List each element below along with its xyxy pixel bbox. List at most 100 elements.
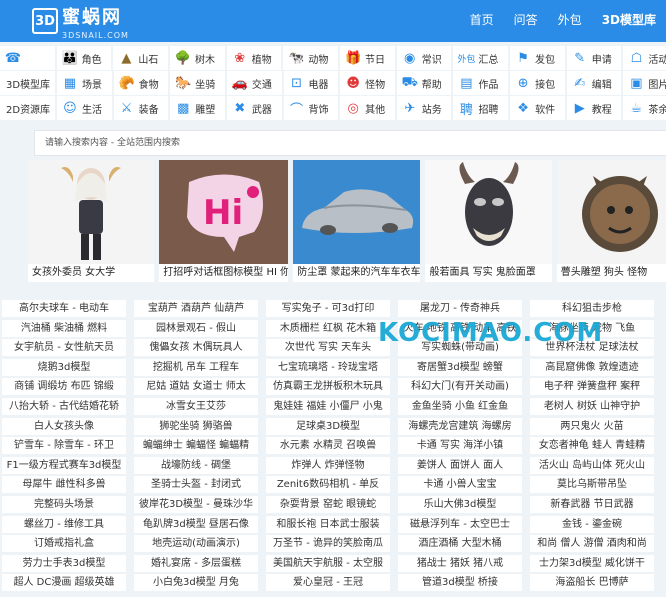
category-life-icon[interactable]: ☺ 生活 xyxy=(56,96,112,120)
model-tag-link[interactable]: 科幻狙击步枪 xyxy=(530,300,654,317)
model-tag-link[interactable]: 尼姑 道姑 女道士 师太 xyxy=(134,378,258,396)
category-food-icon[interactable]: 🥐 食物 xyxy=(113,71,169,95)
model-tag-link[interactable]: 海螺壳龙宫建筑 海螺房 xyxy=(398,417,522,435)
category-picture-icon[interactable]: ▣ 图片 xyxy=(623,71,666,95)
model-tag-link[interactable]: 高尔夫球车 - 电动车 xyxy=(2,300,126,317)
model-tag-link[interactable]: 七宝琉璃塔 - 玲珑宝塔 xyxy=(266,358,390,376)
model-tag-link[interactable]: 管道3d模型 桥接 xyxy=(398,574,522,592)
model-tag-link[interactable]: 劳力士手表3d模型 xyxy=(2,554,126,572)
category-2d-lib[interactable]: 2D资源库 xyxy=(0,96,55,120)
model-tag-link[interactable]: 足球桌3D模型 xyxy=(266,417,390,435)
hi-bubble-icon[interactable]: Hi xyxy=(159,160,289,264)
model-tag-link[interactable]: 莫比乌斯带吊坠 xyxy=(530,476,654,494)
model-tag-link[interactable]: 宝葫芦 酒葫芦 仙葫芦 xyxy=(134,300,258,317)
covered-car-icon[interactable] xyxy=(293,160,421,264)
category-works-icon[interactable]: ▤ 作品 xyxy=(453,71,509,95)
model-tag-link[interactable]: 士力架3d模型 威化饼干 xyxy=(530,554,654,572)
category-post-task-icon[interactable]: ⚑ 发包 xyxy=(510,46,565,70)
model-tag-link[interactable]: 超人 DC漫画 超级英雄 xyxy=(2,574,126,592)
model-tag-link[interactable]: 和尚 僧人 游僧 酒肉和尚 xyxy=(530,535,654,553)
model-tag-link[interactable]: 写实兔子 - 可3d打印 xyxy=(266,300,390,317)
model-tag-link[interactable]: 傀儡女孩 木偶玩具人 xyxy=(134,339,258,357)
category-scene-icon[interactable]: ▦ 场景 xyxy=(56,71,112,95)
category-apply-icon[interactable]: ✎ 申请 xyxy=(566,46,622,70)
model-tag-link[interactable]: 白人女孩头像 xyxy=(2,417,126,435)
model-tag-link[interactable]: 乐山大佛3d模型 xyxy=(398,495,522,513)
category-phone-icon[interactable]: ☎ xyxy=(0,46,55,70)
category-flower-icon[interactable]: ❀ 植物 xyxy=(226,46,282,70)
model-tag-link[interactable]: 烧鹅3d模型 xyxy=(2,358,126,376)
model-tag-link[interactable]: 龟趴牌3d模型 昼居石像 xyxy=(134,515,258,533)
category-activity-icon[interactable]: ☖ 活动 xyxy=(623,46,666,70)
model-card[interactable]: 瞢头雕塑 狗头 怪物 xyxy=(556,160,666,282)
model-tag-link[interactable]: 挖掘机 吊车 工程车 xyxy=(134,358,258,376)
category-receive-icon[interactable]: ⊕ 接包 xyxy=(510,71,565,95)
model-tag-link[interactable]: 电子秤 弹簧盘秤 案秤 xyxy=(530,378,654,396)
model-tag-link[interactable]: 木质栅栏 红枫 花木箱 xyxy=(266,319,390,337)
category-back-deco-icon[interactable]: ⌒ 背饰 xyxy=(283,96,339,120)
nav-item-0[interactable]: 首页 xyxy=(460,0,504,42)
category-car-icon[interactable]: 🚗 交通 xyxy=(226,71,282,95)
model-tag-link[interactable]: 狮驼坐骑 狮骆兽 xyxy=(134,417,258,435)
category-tea-icon[interactable]: ☕ 茶余 xyxy=(623,96,666,120)
category-model-lib[interactable]: 3D模型库 xyxy=(0,71,55,95)
model-caption[interactable]: 瞢头雕塑 狗头 怪物 xyxy=(557,264,666,282)
model-tag-link[interactable]: 猪战士 猪妖 猪八戒 xyxy=(398,554,522,572)
model-tag-link[interactable]: 海盗船长 巴博萨 xyxy=(530,574,654,592)
model-tag-link[interactable]: 八抬大轿 - 古代结婚花轿 xyxy=(2,397,126,415)
model-tag-link[interactable]: 次世代 写实 天车头 xyxy=(266,339,390,357)
model-tag-link[interactable]: 炸弹人 炸弹怪物 xyxy=(266,456,390,474)
model-tag-link[interactable]: 爱心皇冠 - 王冠 xyxy=(266,574,390,592)
category-info-icon[interactable]: ◉ 常识 xyxy=(396,46,452,70)
model-caption[interactable]: 打招呼对话框图标模型 HI 你 xyxy=(159,264,288,282)
model-tag-link[interactable]: 女恋者神龟 蛙人 青蛙精 xyxy=(530,437,654,455)
model-tag-link[interactable]: 寄居蟹3d模型 螃蟹 xyxy=(398,358,522,376)
model-tag-link[interactable]: 屠龙刀 - 传奇神兵 xyxy=(398,300,522,317)
model-tag-link[interactable]: 姜饼人 面饼人 面人 xyxy=(398,456,522,474)
category-other-icon[interactable]: ◎ 其他 xyxy=(340,96,395,120)
model-tag-link[interactable]: 新春武器 节日武器 xyxy=(530,495,654,513)
model-tag-link[interactable]: 磁悬浮列车 - 太空巴士 xyxy=(398,515,522,533)
model-tag-link[interactable]: 酒庄酒桶 大型木桶 xyxy=(398,535,522,553)
category-weapon-icon[interactable]: ✖ 武器 xyxy=(226,96,282,120)
category-edit-icon[interactable]: ✍ 编辑 xyxy=(566,71,622,95)
model-tag-link[interactable]: 鬼娃娃 福娃 小僵尸 小鬼 xyxy=(266,397,390,415)
model-tag-link[interactable]: 母犀牛 雌性科多兽 xyxy=(2,476,126,494)
model-tag-link[interactable]: 卡通 写实 海洋小镇 xyxy=(398,437,522,455)
category-tutorial-icon[interactable]: ▶ 教程 xyxy=(566,96,622,120)
category-cow-icon[interactable]: 🐄 动物 xyxy=(283,46,339,70)
category-horse-icon[interactable]: 🐎 坐骑 xyxy=(170,71,225,95)
category-gift-icon[interactable]: 🎁 节日 xyxy=(340,46,395,70)
site-logo[interactable]: 3D 蜜蜗网 3DSNAIL.COM xyxy=(32,5,129,40)
model-tag-link[interactable]: 彼岸花3D模型 - 曼珠沙华 xyxy=(134,495,258,513)
model-caption[interactable]: 女孩外委员 女大学 xyxy=(28,264,154,282)
model-card[interactable]: 女孩外委员 女大学 xyxy=(28,160,155,282)
category-tree-icon[interactable]: 🌳 树木 xyxy=(170,46,225,70)
model-tag-link[interactable]: 战壕防线 - 碉堡 xyxy=(134,456,258,474)
model-tag-link[interactable]: F1一级方程式赛车3d模型 xyxy=(2,456,126,474)
model-card[interactable]: Hi 打招呼对话框图标模型 HI 你 xyxy=(159,160,289,282)
category-family-icon[interactable]: 👪 角色 xyxy=(56,46,112,70)
category-equip-icon[interactable]: ⚔ 装备 xyxy=(113,96,169,120)
model-tag-link[interactable]: 杂耍背景 窑蛇 眼镜蛇 xyxy=(266,495,390,513)
category-mountain-icon[interactable]: ▲ 山石 xyxy=(113,46,169,70)
model-tag-link[interactable]: 活火山 岛屿山体 死火山 xyxy=(530,456,654,474)
category-software-icon[interactable]: ❖ 软件 xyxy=(510,96,565,120)
model-tag-link[interactable]: 万圣节 - 诡异的笑脸南瓜 xyxy=(266,535,390,553)
category-help-icon[interactable]: ⛟ 帮助 xyxy=(396,71,452,95)
model-tag-link[interactable]: 园林景观石 - 假山 xyxy=(134,319,258,337)
model-tag-link[interactable]: 女宇航员 - 女性航天员 xyxy=(2,339,126,357)
model-caption[interactable]: 防尘罩 蒙起来的汽车车衣车 xyxy=(293,264,420,282)
category-site-icon[interactable]: ✈ 站务 xyxy=(396,96,452,120)
model-tag-link[interactable]: Zenit6数码相机 - 单反 xyxy=(266,476,390,494)
model-tag-link[interactable]: 完整码头场景 xyxy=(2,495,126,513)
hannya-mask-icon[interactable] xyxy=(425,160,552,264)
category-monster-icon[interactable]: ☻ 怪物 xyxy=(340,71,395,95)
category-appliance-icon[interactable]: ⊡ 电器 xyxy=(283,71,339,95)
model-tag-link[interactable]: 商铺 调缎坊 布匹 锦缎 xyxy=(2,378,126,396)
model-tag-link[interactable]: 老树人 树妖 山神守护 xyxy=(530,397,654,415)
model-tag-link[interactable]: 高昆窟佛像 敦煌遗迹 xyxy=(530,358,654,376)
category-recruit-icon[interactable]: 聘招聘 xyxy=(453,96,509,120)
girl-figure-icon[interactable] xyxy=(28,160,155,264)
model-tag-link[interactable]: 订婚戒指礼盒 xyxy=(2,535,126,553)
